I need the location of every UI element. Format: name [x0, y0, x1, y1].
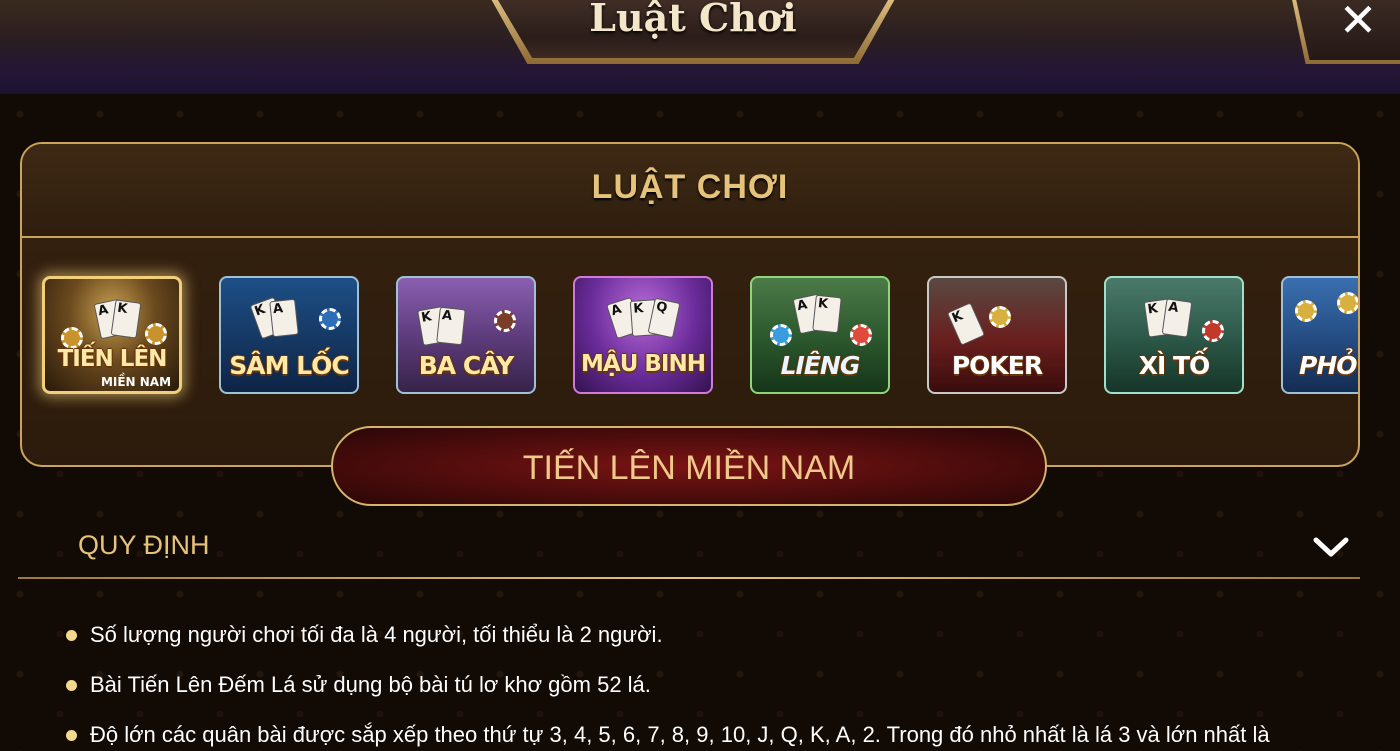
selected-game-name: TIẾN LÊN MIỀN NAM [522, 449, 856, 487]
game-tile-label: TIẾN LÊN [57, 346, 168, 372]
game-tile-xi-to[interactable]: K A XÌ TỐ [1104, 276, 1244, 394]
game-tile-sublabel: MIỀN NAM [100, 375, 172, 389]
chip-icon [145, 323, 167, 345]
game-tile-mau-binh[interactable]: A K Q MẬU BINH [573, 276, 713, 394]
game-tile-ba-cay[interactable]: K A BA CÂY [396, 276, 536, 394]
selected-game-banner: TIẾN LÊN MIỀN NAM [331, 426, 1047, 506]
game-tile-label: BA CÂY [418, 351, 515, 380]
chip-icon [1295, 300, 1317, 322]
close-icon[interactable]: ✕ [1338, 0, 1378, 43]
game-tile-phom[interactable]: PHỎ [1281, 276, 1358, 394]
card-icon: A [1161, 298, 1193, 338]
chip-icon [989, 306, 1011, 328]
chip-icon [1202, 320, 1224, 342]
rule-text: Bài Tiến Lên Đếm Lá sử dụng bộ bài tú lơ… [90, 672, 651, 697]
list-item: Số lượng người chơi tối đa là 4 người, t… [66, 620, 1366, 670]
game-tile-label: XÌ TỐ [1138, 351, 1211, 380]
bullet-icon [66, 630, 77, 641]
chip-icon [770, 324, 792, 346]
chip-icon [319, 308, 341, 330]
bullet-icon [66, 680, 77, 691]
window-title: Luật Chơi [589, 0, 797, 40]
chevron-down-icon[interactable] [1312, 532, 1350, 562]
chip-icon [850, 324, 872, 346]
list-item: Bài Tiến Lên Đếm Lá sử dụng bộ bài tú lơ… [66, 670, 1366, 720]
game-tile-sam-loc[interactable]: K A SÂM LỐC [219, 276, 359, 394]
rules-list: Số lượng người chơi tối đa là 4 người, t… [66, 620, 1366, 751]
card-icon: K [946, 302, 986, 346]
game-selector-panel: LUẬT CHƠI A K TIẾN LÊN MIỀN NAM K A SÂM … [20, 142, 1360, 467]
game-tile-label: SÂM LỐC [229, 351, 349, 380]
chip-icon [1337, 292, 1358, 314]
game-tile-poker[interactable]: K POKER [927, 276, 1067, 394]
list-item: Độ lớn các quân bài được sắp xếp theo th… [66, 720, 1366, 751]
game-tile-tien-len[interactable]: A K TIẾN LÊN MIỀN NAM [42, 276, 182, 394]
rule-text: Độ lớn các quân bài được sắp xếp theo th… [90, 722, 1270, 747]
section-title[interactable]: QUY ĐỊNH [78, 530, 210, 561]
game-selector-heading: LUẬT CHƠI [591, 168, 789, 206]
card-icon: K [812, 294, 842, 334]
card-icon: A [269, 298, 299, 338]
game-selector-header: LUẬT CHƠI [22, 144, 1358, 238]
card-icon: K [110, 299, 142, 339]
game-tile-label: POKER [951, 351, 1043, 380]
game-tile-label: LIÊNG [780, 351, 861, 380]
game-tile-label: PHỎ [1299, 351, 1358, 380]
rule-text: Số lượng người chơi tối đa là 4 người, t… [90, 622, 663, 647]
bullet-icon [66, 730, 77, 741]
chip-icon [494, 310, 516, 332]
game-tile-label: MẬU BINH [581, 351, 706, 377]
card-icon: A [436, 306, 466, 346]
section-divider [18, 577, 1360, 579]
game-tile-lieng[interactable]: A K LIÊNG [750, 276, 890, 394]
